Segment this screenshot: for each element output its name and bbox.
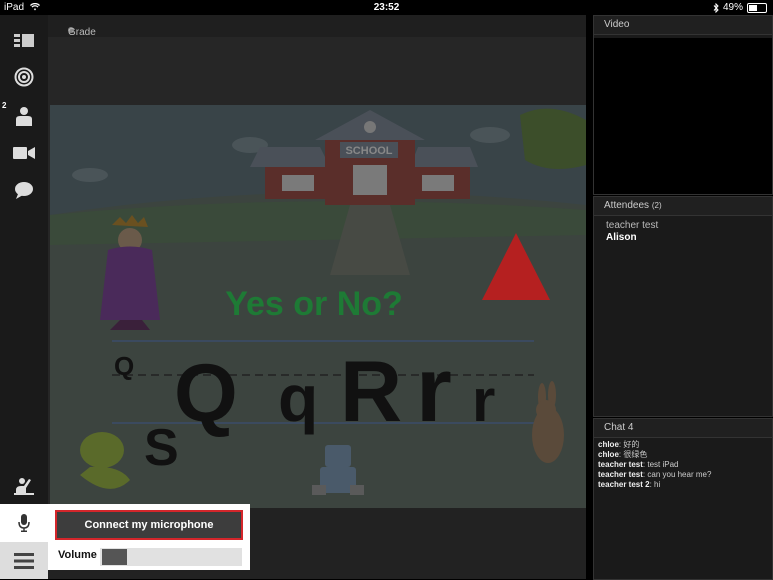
chat-text: : hi [649,480,661,489]
video-panel: Video [593,15,773,195]
chat-text: : 好的 [618,440,640,449]
chat-panel-header: Chat 4 [594,419,772,438]
status-bar: iPad 23:52 49% [0,0,773,15]
volume-label: Volume [58,549,97,561]
attendee-item[interactable]: Alison [594,232,772,244]
chat-message: teacher test: test iPad [594,460,772,470]
person-icon [16,107,32,126]
video-view [594,38,772,194]
chat-panel: Chat 4 chloe: 好的 chloe: 很绿色 teacher test… [593,418,773,580]
chat-bubble-icon [15,182,33,199]
sidebar-item-raise-hand[interactable] [0,467,48,503]
sidebar-item-attendees[interactable] [0,98,48,134]
chat-text: : test iPad [642,460,679,469]
chat-text: : 很绿色 [618,450,648,459]
chat-sender: chloe [598,440,619,449]
status-right: 49% [713,2,767,13]
sidebar-item-chat[interactable] [0,172,48,208]
letter-r-lower: r [472,367,495,434]
attendees-panel-title: Attendees [604,200,650,211]
battery-percent: 49% [722,2,743,13]
attendees-count: (2) [651,201,662,210]
attendees-panel: Attendees (2) teacher test Alison [593,196,773,417]
attendee-item[interactable]: teacher test [594,220,772,232]
slide-heading: Yes or No? [225,285,403,323]
chat-message: teacher test 2: hi [594,480,772,490]
video-panel-header: Video [594,16,772,35]
connect-microphone-button[interactable]: Connect my microphone [55,510,243,540]
microphone-popup: Connect my microphone Volume [48,504,250,570]
sidebar-item-layout[interactable] [0,23,48,59]
sidebar-item-video[interactable] [0,135,48,171]
school-sign: SCHOOL [345,145,392,157]
chat-message: chloe: 很绿色 [594,450,772,460]
attendees-panel-header: Attendees (2) [594,197,772,216]
raise-hand-icon [14,478,34,495]
menu-icon [14,552,34,569]
microphone-button[interactable] [0,504,48,542]
chat-sender: teacher test [598,460,643,469]
chat-text: : can you hear me? [642,470,712,479]
chat-sender: chloe [598,450,619,459]
target-icon [14,67,34,87]
letter-r-lower-big: r [416,339,452,441]
video-camera-icon [13,147,35,159]
sidebar-item-broadcast[interactable] [0,59,48,95]
status-time: 23:52 [373,2,400,13]
menu-button[interactable] [0,542,48,579]
slide[interactable]: SCHOOL Yes or No? Q Q q R r r S [50,105,586,508]
battery-icon [747,2,767,13]
battery-fill [749,4,757,11]
volume-slider[interactable] [100,548,242,566]
letter-r-big: R [340,344,402,440]
chat-panel-title: Chat [604,422,626,433]
video-panel-title: Video [604,19,630,30]
microphone-icon [18,514,30,532]
layout-icon [14,34,34,47]
chat-message: teacher test: can you hear me? [594,470,772,480]
attendee-name: Alison [606,232,637,243]
document-header: Grade ONE mix Unit1-3 Review Wk9.pdf [48,15,586,93]
letter-q-big: Q [174,348,238,439]
letter-q-small: Q [114,351,134,381]
letter-q-lower: q [278,361,318,435]
attendee-name: teacher test [606,220,659,231]
slide-illustration: SCHOOL Yes or No? Q Q q R r r S [50,105,586,508]
bluetooth-icon [713,2,719,13]
letter-s: S [144,419,179,477]
volume-fill [102,549,127,565]
chat-sender: teacher test [598,470,643,479]
chat-sender: teacher test 2 [598,480,650,489]
chat-message: chloe: 好的 [594,440,772,450]
sidebar: 2 [0,15,48,579]
chat-count: 4 [627,422,634,433]
